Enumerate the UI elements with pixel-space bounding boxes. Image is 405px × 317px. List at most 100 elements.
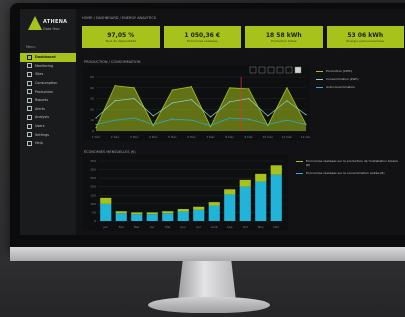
kpi-card[interactable]: 53 06 kWh Énergie autoconsommée xyxy=(326,26,404,48)
x-tick-label: Mai xyxy=(165,225,170,229)
bar-segment-production xyxy=(270,174,282,221)
x-tick-label: Avr xyxy=(150,225,156,229)
y-tick-label: 40 xyxy=(90,86,94,90)
y-tick-label: 0 xyxy=(92,129,94,133)
sidebar-item-monitoring[interactable]: Monitoring xyxy=(20,62,76,71)
y-tick-label: 10 xyxy=(90,118,94,122)
bar-segment-production xyxy=(208,205,220,221)
kpi-card[interactable]: 18 58 kWh Production totale xyxy=(245,26,323,48)
bar-segment-production xyxy=(239,186,251,221)
data-point xyxy=(95,127,97,129)
logo-triangle-icon xyxy=(28,16,42,30)
sidebar-item-label: Monitoring xyxy=(35,63,54,68)
bar-segment-consumption xyxy=(255,173,267,182)
x-tick-label: 11 Déc xyxy=(282,135,293,139)
sidebar-item-label: Analysis xyxy=(35,115,49,120)
sidebar-item-alerts[interactable]: Alerts xyxy=(20,105,76,114)
production-line-chart[interactable]: 0 10 20 30 40 50 1 Déc 2 Déc 3 Déc 4 Déc 5 Déc 6 Dé… xyxy=(82,65,310,141)
x-tick-label: 9 Déc xyxy=(244,135,253,139)
x-tick-label: Sep xyxy=(227,225,233,229)
sidebar-item-sites[interactable]: Sites xyxy=(20,70,76,79)
gear-icon xyxy=(27,132,32,138)
sidebar-item-settings[interactable]: Settings xyxy=(20,130,76,139)
sidebar-item-users[interactable]: Users xyxy=(20,122,76,131)
kpi-row: 97,05 % Taux de disponibilité 1 050,36 € Éc… xyxy=(82,26,404,48)
sidebar-item-consumption[interactable]: Consumption xyxy=(20,79,76,88)
bar-chart-title: ÉCONOMIES MENSUELLES (€) xyxy=(84,150,136,154)
sun-icon xyxy=(27,89,32,95)
legend-entry[interactable]: Consommation (kWh) xyxy=(316,77,400,81)
legend-entry[interactable]: Économies réalisées sur la production de… xyxy=(296,159,400,167)
data-point xyxy=(209,125,212,127)
sidebar-item-label: Reports xyxy=(35,98,49,103)
sidebar-item-reports[interactable]: Reports xyxy=(20,96,76,105)
y-tick-label: 150 xyxy=(90,193,96,197)
data-point xyxy=(171,102,173,104)
data-point xyxy=(267,123,269,126)
legend-swatch xyxy=(316,86,323,88)
bar-segment-production xyxy=(177,211,189,221)
data-point xyxy=(209,126,212,128)
x-tick-label: 1 Déc xyxy=(92,135,101,139)
file-icon xyxy=(27,97,32,103)
kpi-card[interactable]: 1 050,36 € Économies réalisées xyxy=(163,26,241,48)
monitor-chin xyxy=(10,247,405,261)
bar-segment-production xyxy=(162,213,174,221)
data-point xyxy=(267,125,269,127)
kpi-card[interactable]: 97,05 % Taux de disponibilité xyxy=(82,26,160,48)
x-tick-label: Jan xyxy=(102,225,108,229)
data-point xyxy=(286,87,288,89)
data-point xyxy=(229,87,231,89)
x-tick-label: Juin xyxy=(179,225,186,229)
legend-entry[interactable]: Économies réalisées sur la consommation … xyxy=(296,171,400,175)
sidebar-item-help[interactable]: Help xyxy=(20,139,76,148)
legend-entry[interactable]: Production (kWh) xyxy=(316,69,400,73)
sidebar-item-analysis[interactable]: Analysis xyxy=(20,113,76,122)
brand-name: ATHENA xyxy=(43,19,68,25)
data-point xyxy=(152,125,154,127)
data-point xyxy=(190,119,193,121)
kpi-label: Taux de disponibilité xyxy=(105,38,137,43)
kpi-value: 97,05 % xyxy=(107,31,135,39)
data-point xyxy=(171,89,173,91)
savings-bar-chart[interactable]: 0 50 100 150 200 250 300 350 Jan Fév Mar Avr Mai Juin… xyxy=(82,155,288,231)
line-chart-legend: Production (kWh) Consommation (kWh) Autoco… xyxy=(316,69,400,93)
data-point xyxy=(133,98,135,100)
kpi-value: 1 050,36 € xyxy=(184,31,221,39)
legend-entry[interactable]: Autoconsommation xyxy=(316,85,400,89)
data-point xyxy=(229,101,231,103)
line-chart-title: PRODUCTION / CONSOMMATION xyxy=(84,60,141,64)
brand-subtitle: Data Hub xyxy=(43,27,60,31)
legend-swatch xyxy=(316,70,323,72)
bar-segment-consumption xyxy=(224,189,236,195)
legend-swatch xyxy=(316,78,323,80)
x-tick-label: 3 Déc xyxy=(130,135,139,139)
sidebar-item-label: Consumption xyxy=(35,81,58,86)
data-point xyxy=(248,88,250,90)
bar-segment-production xyxy=(193,209,205,221)
sidebar-item-label: Sites xyxy=(35,72,44,77)
y-tick-label: 300 xyxy=(90,168,96,172)
bolt-icon xyxy=(27,80,32,86)
bar-segment-production xyxy=(131,214,143,221)
data-point xyxy=(305,114,307,116)
bar-segment-consumption xyxy=(100,197,112,204)
x-tick-label: 4 Déc xyxy=(149,135,158,139)
x-tick-label: 2 Déc xyxy=(111,135,120,139)
x-tick-label: Nov xyxy=(258,225,264,229)
brand-logo[interactable]: ATHENA Data Hub xyxy=(28,16,72,40)
legend-label: Production (kWh) xyxy=(326,69,352,73)
building-icon xyxy=(27,71,32,77)
bar-segment-consumption xyxy=(146,212,158,215)
sidebar: ATHENA Data Hub Menu Dashboard Monitoring… xyxy=(20,9,76,235)
sidebar-item-label: Production xyxy=(35,89,54,94)
data-point xyxy=(286,119,288,121)
kpi-label: Énergie autoconsommée xyxy=(346,38,384,43)
sidebar-item-dashboard[interactable]: Dashboard xyxy=(20,53,76,62)
data-point xyxy=(229,117,231,119)
sidebar-item-production[interactable]: Production xyxy=(20,87,76,96)
page-breadcrumb: HOME / DASHBOARD / ENERGY ANALYTICS xyxy=(82,16,156,20)
bell-icon xyxy=(27,106,32,112)
bar-segment-production xyxy=(224,194,236,221)
data-point xyxy=(190,86,193,88)
